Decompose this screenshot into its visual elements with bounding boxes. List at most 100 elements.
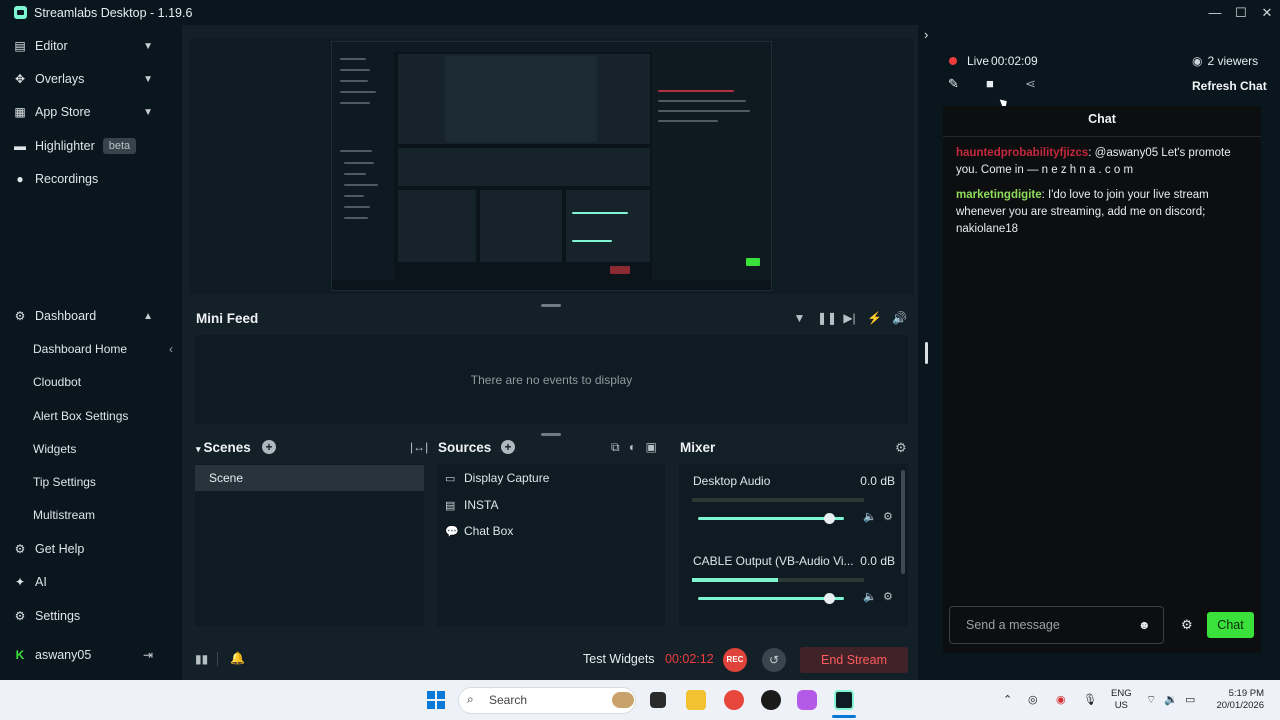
notification-bell-icon[interactable]: 🔔 <box>230 651 245 665</box>
share-icon[interactable]: ⋖ <box>1025 76 1036 92</box>
volume-icon[interactable]: 🔊 <box>892 311 907 325</box>
chevron-down-icon[interactable]: ▾ <box>196 444 201 454</box>
panel-resize-handle[interactable] <box>925 342 928 364</box>
sidebar-item-editor[interactable]: ▤ Editor ▼ <box>0 31 166 61</box>
dashboard-icon: ⚙ <box>14 309 26 323</box>
highlighter-icon: ▬ <box>14 139 26 153</box>
sidebar-item-highlighter[interactable]: ▬ Highlighter beta <box>0 131 166 161</box>
copilot-icon[interactable] <box>797 690 817 710</box>
taskbar-search-input[interactable]: Search <box>458 687 636 714</box>
sidebar-item-cloudbot[interactable]: Cloudbot <box>33 371 81 393</box>
volume-icon[interactable]: 🔉 <box>1164 693 1178 706</box>
camera-icon[interactable]: ■ <box>986 76 994 91</box>
chevron-up-icon[interactable]: ▲ <box>143 311 153 322</box>
chevron-right-icon[interactable]: › <box>924 27 928 42</box>
add-folder-icon[interactable]: ▣ <box>646 440 657 454</box>
chevron-down-icon[interactable]: ▼ <box>143 74 153 85</box>
mini-feed-title: Mini Feed <box>196 311 259 326</box>
source-item-display-capture[interactable]: ▭ Display Capture <box>445 467 549 489</box>
test-widgets-button[interactable]: Test Widgets <box>583 652 655 666</box>
obs-icon[interactable] <box>761 690 781 710</box>
windows-start-icon[interactable] <box>427 691 445 709</box>
minimize-button[interactable]: — <box>1202 0 1228 25</box>
scene-item[interactable]: Scene <box>195 465 424 491</box>
source-item-insta[interactable]: ▤ INSTA <box>445 494 498 516</box>
mixer-scrollbar[interactable] <box>901 470 905 574</box>
sidebar-item-ai[interactable]: ✦ AI <box>0 567 166 597</box>
add-scene-button[interactable]: + <box>262 440 276 454</box>
replay-buffer-icon[interactable]: ↺ <box>762 648 786 672</box>
microphone-icon[interactable]: 🎙 <box>1083 693 1097 706</box>
edit-stream-icon[interactable]: ✎ <box>948 76 959 92</box>
gear-icon[interactable]: ⚙ <box>883 510 893 523</box>
user-profile[interactable]: K aswany05 ⇥ <box>0 640 166 670</box>
tray-app-icon[interactable]: ◎ <box>1028 693 1038 706</box>
chevron-up-icon[interactable]: ⌃ <box>1003 693 1012 706</box>
chat-username[interactable]: marketingdigite <box>956 189 1042 201</box>
sidebar-item-dashboard-home[interactable]: Dashboard Home <box>33 338 127 360</box>
filter-icon[interactable]: ▼ <box>792 311 807 325</box>
chrome-icon[interactable] <box>724 690 744 710</box>
emoji-icon[interactable]: ☻ <box>1138 618 1151 632</box>
sidebar-item-app-store[interactable]: ▦ App Store ▼ <box>0 97 166 127</box>
sidebar-item-dashboard[interactable]: ⚙ Dashboard ▲ <box>0 301 166 331</box>
beta-badge: beta <box>102 138 137 154</box>
sidebar-item-overlays[interactable]: ✥ Overlays ▼ <box>0 64 166 94</box>
refresh-chat-button[interactable]: Refresh Chat <box>1192 79 1267 93</box>
mute-alerts-icon[interactable]: ⚡ <box>867 311 882 325</box>
record-button[interactable]: REC <box>723 648 747 672</box>
resize-handle[interactable] <box>541 304 561 307</box>
volume-meter <box>692 578 864 582</box>
sidebar-item-label: Editor <box>35 39 68 53</box>
channel-name: CABLE Output (VB-Audio Vi... <box>693 554 854 568</box>
sidebar-item-alert-box-settings[interactable]: Alert Box Settings <box>33 405 128 427</box>
volume-slider[interactable] <box>698 597 844 600</box>
send-chat-button[interactable]: Chat <box>1207 612 1254 638</box>
scenes-title[interactable]: ▾ Scenes <box>196 440 251 455</box>
volume-slider-knob[interactable] <box>824 513 836 524</box>
audio-icon[interactable]: ◐ <box>629 440 636 454</box>
mixer-settings-gear-icon[interactable]: ⚙ <box>895 440 907 456</box>
sidebar-item-multistream[interactable]: Multistream <box>33 504 95 526</box>
title-bar: Streamlabs Desktop - 1.19.6 — ☐ ✕ <box>0 0 1280 25</box>
stats-icon[interactable]: ▮▮ <box>195 652 208 666</box>
chat-message-input[interactable]: Send a message <box>949 606 1164 644</box>
collapse-sidebar-icon[interactable]: ‹ <box>169 342 173 356</box>
skip-icon[interactable]: ▶| <box>842 311 857 325</box>
chevron-down-icon[interactable]: ▼ <box>143 107 153 118</box>
sidebar-item-label: AI <box>35 575 47 589</box>
speaker-icon[interactable]: 🔈 <box>863 510 877 523</box>
sidebar-item-get-help[interactable]: ⚙ Get Help <box>0 534 166 564</box>
chat-username[interactable]: hauntedprobabilityfjizcs <box>956 147 1088 159</box>
logout-icon[interactable]: ⇥ <box>143 648 153 662</box>
add-display-icon[interactable]: ⧉ <box>611 440 620 454</box>
scene-list: Scene <box>195 464 424 626</box>
close-button[interactable]: ✕ <box>1254 0 1280 25</box>
language-indicator[interactable]: ENG US <box>1111 688 1132 712</box>
tray-record-icon[interactable]: ◉ <box>1056 693 1066 706</box>
file-explorer-icon[interactable] <box>686 690 706 710</box>
streamlabs-taskbar-icon[interactable] <box>834 690 854 710</box>
wifi-icon[interactable]: ⌔ <box>1146 693 1156 707</box>
battery-icon[interactable]: ▭ <box>1185 693 1195 706</box>
chat-settings-gear-icon[interactable]: ⚙ <box>1181 617 1193 633</box>
gear-icon[interactable]: ⚙ <box>883 590 893 603</box>
speaker-icon[interactable]: 🔈 <box>863 590 877 603</box>
pause-icon[interactable]: ❚❚ <box>817 311 837 325</box>
volume-slider[interactable] <box>698 517 844 520</box>
scene-transition-icon[interactable]: |↔| <box>410 440 428 454</box>
source-tools: ⧉ ◐ ▣ <box>611 440 657 455</box>
add-source-button[interactable]: + <box>501 440 515 454</box>
system-clock[interactable]: 5:19 PM 20/01/2026 <box>1208 688 1264 712</box>
sidebar-item-widgets[interactable]: Widgets <box>33 438 76 460</box>
resize-handle[interactable] <box>541 433 561 436</box>
end-stream-button[interactable]: End Stream <box>800 647 908 673</box>
sidebar-item-recordings[interactable]: ● Recordings <box>0 164 166 194</box>
source-item-chat-box[interactable]: 💬 Chat Box <box>445 520 513 542</box>
maximize-button[interactable]: ☐ <box>1228 0 1254 25</box>
sidebar-item-tip-settings[interactable]: Tip Settings <box>33 471 96 493</box>
volume-slider-knob[interactable] <box>824 593 836 604</box>
chevron-down-icon[interactable]: ▼ <box>143 41 153 52</box>
task-view-icon[interactable] <box>650 692 666 708</box>
sidebar-item-settings[interactable]: ⚙ Settings <box>0 601 166 631</box>
